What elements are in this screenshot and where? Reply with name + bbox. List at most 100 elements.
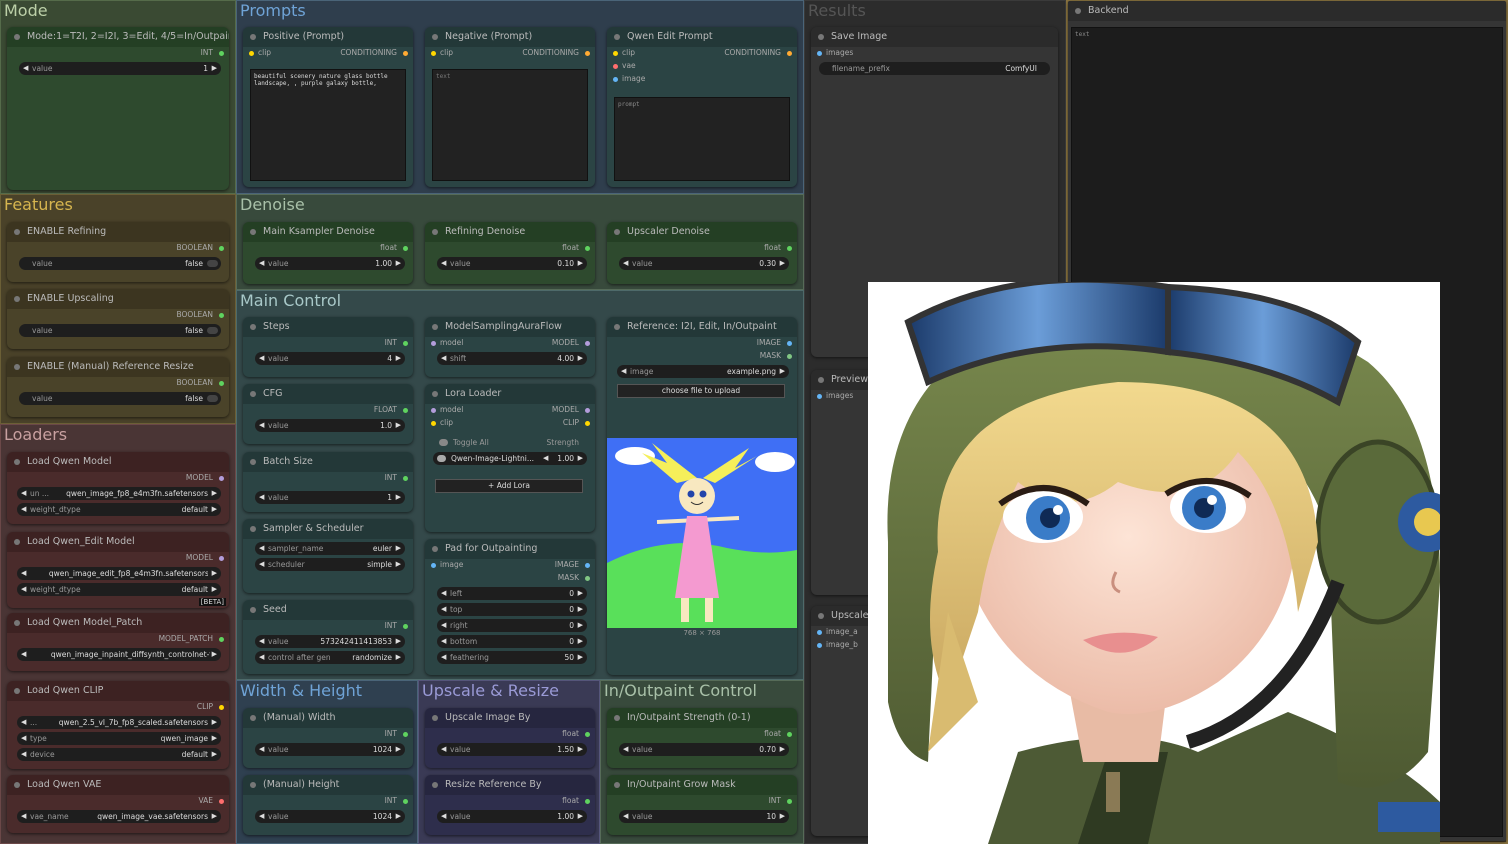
arrow-left-icon[interactable]: ◀ (441, 810, 446, 823)
arrow-right-icon[interactable]: ▶ (396, 352, 401, 365)
load-qwen-clip-node[interactable]: Load Qwen CLIP CLIP ◀... qwen_2.5_vl_7b_f… (7, 681, 229, 769)
collapse-dot-icon[interactable] (14, 688, 20, 694)
feature-node-reference-resize[interactable]: ENABLE (Manual) Reference Resize BOOLEAN… (7, 357, 229, 417)
arrow-left-icon[interactable]: ◀ (441, 635, 446, 648)
output-dot-icon[interactable] (585, 51, 590, 56)
output-dot-icon[interactable] (219, 313, 224, 318)
filename-prefix-widget[interactable]: filename_prefix ComfyUI (819, 62, 1050, 75)
input-dot-icon[interactable] (817, 394, 822, 399)
arrow-right-icon[interactable]: ▶ (212, 62, 217, 75)
arrow-left-icon[interactable]: ◀ (259, 558, 264, 571)
collapse-dot-icon[interactable] (432, 324, 438, 330)
value-widget[interactable]: ◀ value 1.00 ▶ (255, 257, 405, 270)
input-dot-icon[interactable] (431, 51, 436, 56)
add-lora-button[interactable]: + Add Lora (435, 479, 583, 493)
image-combo[interactable]: ◀ image example.png ▶ (617, 365, 789, 378)
arrow-left-icon[interactable]: ◀ (259, 257, 264, 270)
toggle-widget[interactable]: value false (19, 324, 221, 337)
output-dot-icon[interactable] (403, 624, 408, 629)
output-dot-icon[interactable] (787, 799, 792, 804)
arrow-right-icon[interactable]: ▶ (578, 619, 583, 632)
main-ksampler-denoise-node[interactable]: Main Ksampler Denoise float ◀ value 1.00 ▶ (243, 222, 413, 284)
output-dot-icon[interactable] (403, 246, 408, 251)
arrow-left-icon[interactable]: ◀ (259, 651, 264, 664)
arrow-right-icon[interactable]: ▶ (578, 452, 583, 465)
manual-width-node[interactable]: (Manual) Width INT ◀ value 1024 ▶ (243, 708, 413, 768)
arrow-right-icon[interactable]: ▶ (780, 365, 785, 378)
arrow-left-icon[interactable]: ◀ (21, 732, 26, 745)
collapse-dot-icon[interactable] (250, 459, 256, 465)
arrow-right-icon[interactable]: ▶ (578, 603, 583, 616)
output-dot-icon[interactable] (219, 476, 224, 481)
upscale-image-by-node[interactable]: Upscale Image By float ◀ value 1.50 ▶ (425, 708, 595, 768)
input-dot-icon[interactable] (431, 421, 436, 426)
pad-top-widget[interactable]: ◀ top 0 ▶ (437, 603, 587, 616)
input-dot-icon[interactable] (817, 643, 822, 648)
prompt-textarea[interactable]: prompt (614, 97, 790, 181)
arrow-right-icon[interactable]: ▶ (212, 583, 217, 596)
input-dot-icon[interactable] (431, 563, 436, 568)
toggle-widget[interactable]: value false (19, 392, 221, 405)
value-widget[interactable]: ◀ value 1 ▶ (19, 62, 221, 75)
arrow-right-icon[interactable]: ▶ (578, 651, 583, 664)
output-dot-icon[interactable] (787, 341, 792, 346)
load-qwen-model-node[interactable]: Load Qwen Model MODEL ◀ un ... qwen_image_… (7, 452, 229, 524)
feature-node-upscaling[interactable]: ENABLE Upscaling BOOLEAN value false (7, 289, 229, 349)
output-dot-icon[interactable] (219, 799, 224, 804)
weight-dtype-combo[interactable]: ◀ weight_dtype default ▶ (17, 503, 221, 516)
upscaler-denoise-node[interactable]: Upscaler Denoise float ◀ value 0.30 ▶ (607, 222, 797, 284)
arrow-left-icon[interactable]: ◀ (21, 810, 26, 823)
value-widget[interactable]: ◀ value 0.10 ▶ (437, 257, 587, 270)
arrow-left-icon[interactable]: ◀ (259, 419, 264, 432)
refining-denoise-node[interactable]: Refining Denoise float ◀ value 0.10 ▶ (425, 222, 595, 284)
output-dot-icon[interactable] (219, 556, 224, 561)
output-dot-icon[interactable] (585, 799, 590, 804)
output-dot-icon[interactable] (787, 354, 792, 359)
collapse-dot-icon[interactable] (432, 546, 438, 552)
vae-name-combo[interactable]: ◀ vae_name qwen_image_vae.safetensors ▶ (17, 810, 221, 823)
collapse-dot-icon[interactable] (1075, 8, 1081, 14)
collapse-dot-icon[interactable] (614, 715, 620, 721)
positive-prompt-node[interactable]: Positive (Prompt) clip CONDITIONING beaut… (243, 27, 413, 187)
arrow-right-icon[interactable]: ▶ (396, 810, 401, 823)
output-dot-icon[interactable] (219, 246, 224, 251)
collapse-dot-icon[interactable] (14, 296, 20, 302)
mode-node[interactable]: Mode:1=T2I, 2=I2I, 3=Edit, 4/5=In/Outpai… (7, 27, 229, 190)
value-widget[interactable]: ◀ value 4 ▶ (255, 352, 405, 365)
output-dot-icon[interactable] (585, 341, 590, 346)
input-dot-icon[interactable] (613, 51, 618, 56)
input-dot-icon[interactable] (613, 64, 618, 69)
output-dot-icon[interactable] (403, 732, 408, 737)
sampler-scheduler-node[interactable]: Sampler & Scheduler ◀ sampler_name euler ▶ … (243, 519, 413, 593)
collapse-dot-icon[interactable] (614, 782, 620, 788)
arrow-right-icon[interactable]: ▶ (578, 635, 583, 648)
arrow-left-icon[interactable]: ◀ (441, 743, 446, 756)
arrow-left-icon[interactable]: ◀ (441, 603, 446, 616)
arrow-left-icon[interactable]: ◀ (441, 257, 446, 270)
prompt-textarea[interactable]: text (432, 69, 588, 181)
toggle-widget[interactable]: value false (19, 257, 221, 270)
arrow-left-icon[interactable]: ◀ (259, 635, 264, 648)
arrow-right-icon[interactable]: ▶ (780, 743, 785, 756)
arrow-right-icon[interactable]: ▶ (396, 257, 401, 270)
seed-node[interactable]: Seed INT ◀ value 573242411413853 ▶ ◀ control… (243, 600, 413, 674)
collapse-dot-icon[interactable] (818, 613, 824, 619)
output-dot-icon[interactable] (219, 381, 224, 386)
collapse-dot-icon[interactable] (614, 34, 620, 40)
arrow-left-icon[interactable]: ◀ (21, 567, 26, 580)
pad-right-widget[interactable]: ◀ right 0 ▶ (437, 619, 587, 632)
arrow-left-icon[interactable]: ◀ (259, 810, 264, 823)
collapse-dot-icon[interactable] (14, 229, 20, 235)
choose-file-upload-button[interactable]: choose file to upload (617, 384, 785, 398)
arrow-right-icon[interactable]: ▶ (780, 257, 785, 270)
seed-value-widget[interactable]: ◀ value 573242411413853 ▶ (255, 635, 405, 648)
arrow-right-icon[interactable]: ▶ (578, 587, 583, 600)
sampler-name-combo[interactable]: ◀ sampler_name euler ▶ (255, 542, 405, 555)
collapse-dot-icon[interactable] (614, 324, 620, 330)
collapse-dot-icon[interactable] (432, 34, 438, 40)
toggle-icon[interactable] (207, 395, 218, 402)
value-widget[interactable]: ◀ value 1024 ▶ (255, 810, 405, 823)
inoutpaint-strength-node[interactable]: In/Outpaint Strength (0-1) float ◀ value 0… (607, 708, 797, 768)
collapse-dot-icon[interactable] (432, 391, 438, 397)
collapse-dot-icon[interactable] (250, 391, 256, 397)
